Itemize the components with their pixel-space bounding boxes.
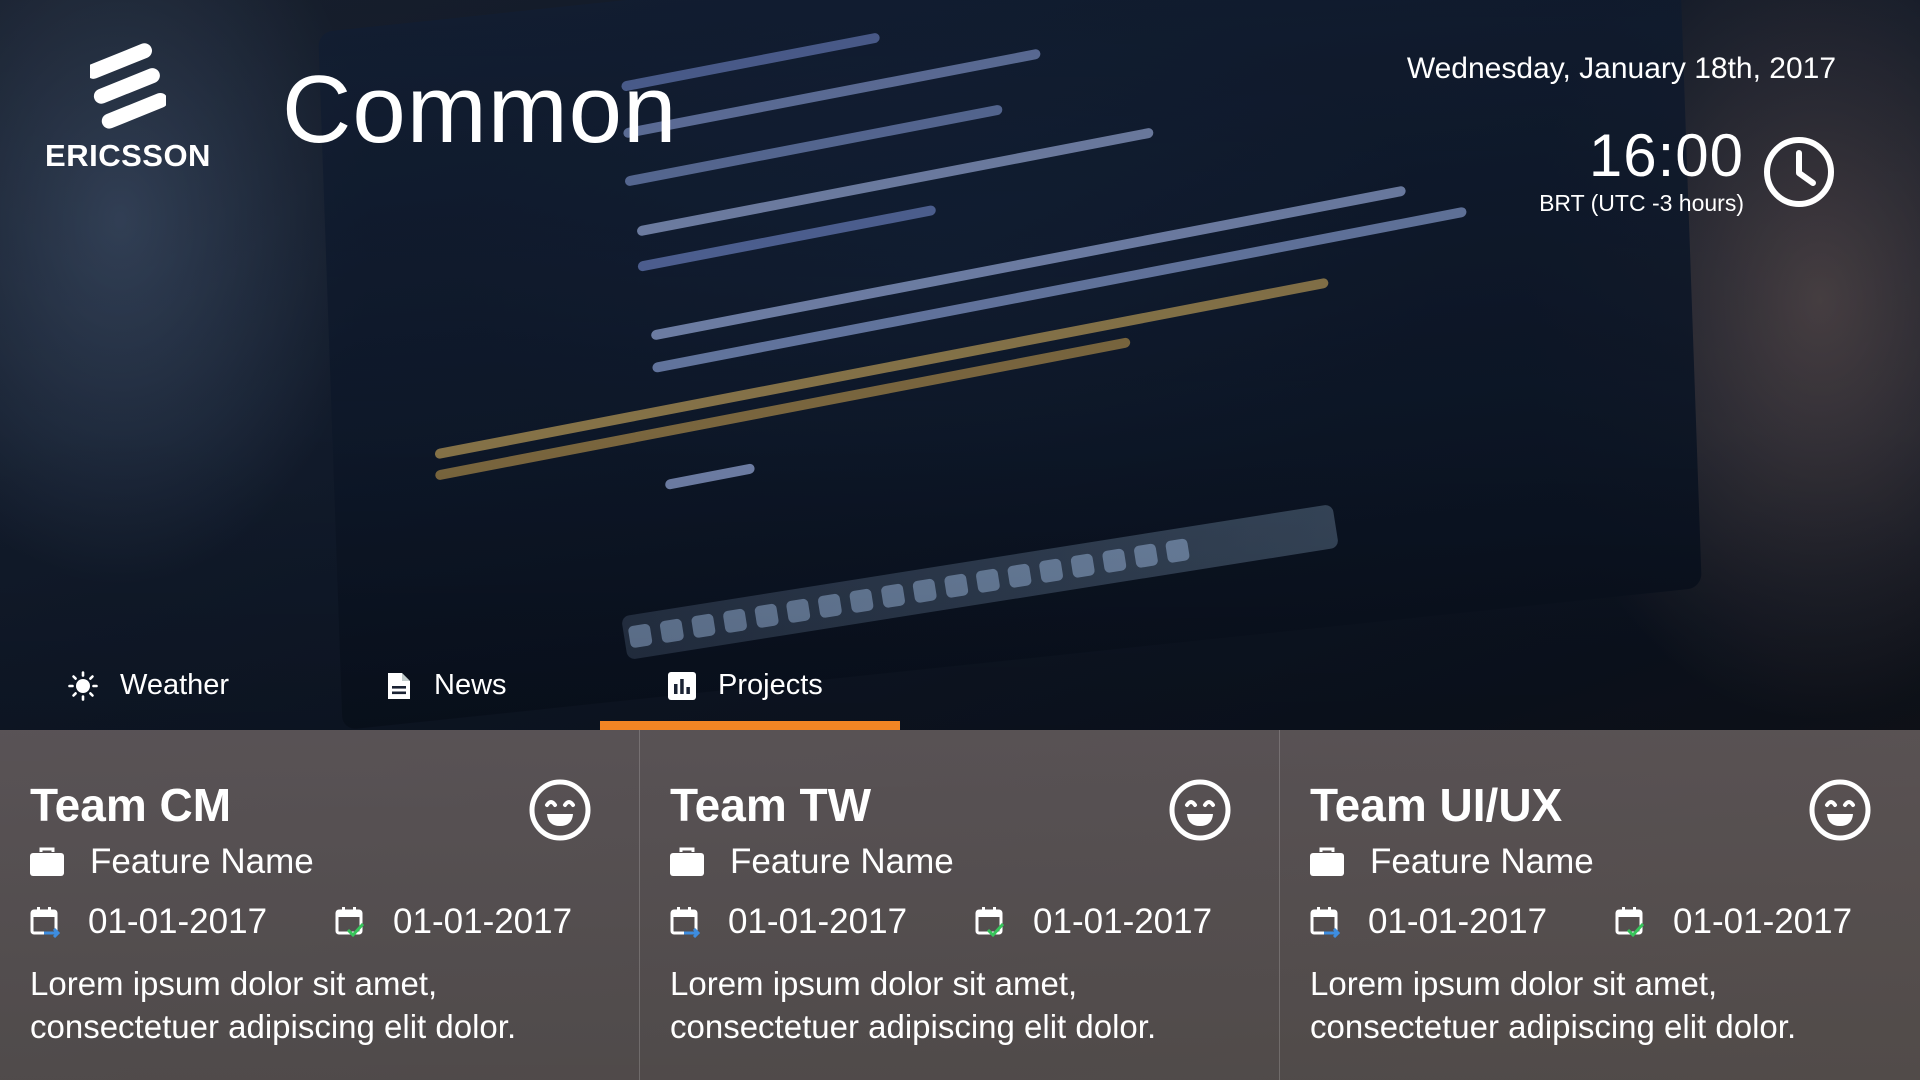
start-date: 01-01-2017 <box>88 902 268 941</box>
ericsson-logo-icon <box>90 43 166 129</box>
end-date: 01-01-2017 <box>1673 902 1853 941</box>
project-description: Lorem ipsum dolor sit amet, consectetuer… <box>670 965 1157 1045</box>
end-date: 01-01-2017 <box>393 902 573 941</box>
smiley-icon <box>1809 779 1871 841</box>
current-time: 16:00 <box>1588 122 1744 189</box>
start-date: 01-01-2017 <box>728 902 908 941</box>
team-name: Team UI/UX <box>1310 779 1563 831</box>
calendar-check-icon <box>335 907 365 938</box>
document-icon <box>388 672 410 699</box>
tab-news-label: News <box>434 669 507 701</box>
calendar-check-icon <box>1615 907 1645 938</box>
project-card[interactable]: Team CM Feature Name 01-01-2017 01-01-20… <box>0 730 640 1080</box>
sun-icon <box>68 670 98 701</box>
project-card[interactable]: Team UI/UX Feature Name 01-01-2017 01-01… <box>1280 730 1920 1080</box>
current-date: Wednesday, January 18th, 2017 <box>1406 52 1836 85</box>
end-date: 01-01-2017 <box>1033 902 1213 941</box>
page-title: Common <box>282 56 678 163</box>
dates-row: 01-01-2017 01-01-2017 <box>670 902 1212 942</box>
calendar-start-icon <box>30 907 60 938</box>
calendar-start-icon <box>670 907 700 938</box>
calendar-start-icon <box>1310 907 1340 938</box>
end-date-item: 01-01-2017 <box>335 902 572 942</box>
smiley-icon <box>529 779 591 841</box>
start-date-item: 01-01-2017 <box>670 902 907 942</box>
smiley-icon <box>1169 779 1231 841</box>
project-description: Lorem ipsum dolor sit amet, consectetuer… <box>1310 965 1797 1045</box>
calendar-check-icon <box>975 907 1005 938</box>
tab-news[interactable]: News <box>386 645 507 726</box>
clock-widget: 16:00 BRT (UTC -3 hours) <box>1539 126 1836 217</box>
feature-name: Feature Name <box>730 842 954 881</box>
dates-row: 01-01-2017 01-01-2017 <box>30 902 572 942</box>
team-name: Team CM <box>30 779 232 831</box>
clock-icon <box>1764 136 1834 207</box>
tab-projects[interactable]: Projects <box>668 645 823 726</box>
project-card[interactable]: Team TW Feature Name 01-01-2017 01-01-20… <box>640 730 1280 1080</box>
briefcase-icon <box>30 847 64 876</box>
logo-text: ERICSSON <box>45 138 211 173</box>
end-date-item: 01-01-2017 <box>975 902 1212 942</box>
start-date-item: 01-01-2017 <box>1310 902 1547 942</box>
start-date: 01-01-2017 <box>1368 902 1548 941</box>
project-cards: Team CM Feature Name 01-01-2017 01-01-20… <box>0 730 1920 1080</box>
feature-row: Feature Name <box>30 842 314 882</box>
feature-row: Feature Name <box>1310 842 1594 882</box>
ericsson-logo: ERICSSON <box>40 38 216 174</box>
bar-chart-icon <box>668 671 696 700</box>
active-tab-indicator <box>600 721 900 730</box>
timezone-label: BRT (UTC -3 hours) <box>1539 190 1744 216</box>
start-date-item: 01-01-2017 <box>30 902 267 942</box>
briefcase-icon <box>670 847 704 876</box>
tab-bar: Weather News Projects <box>0 645 1920 730</box>
tab-projects-label: Projects <box>718 669 823 701</box>
tab-weather-label: Weather <box>120 669 230 701</box>
team-name: Team TW <box>670 779 872 831</box>
tab-weather[interactable]: Weather <box>68 645 229 726</box>
feature-name: Feature Name <box>90 842 314 881</box>
feature-name: Feature Name <box>1370 842 1594 881</box>
project-description: Lorem ipsum dolor sit amet, consectetuer… <box>30 965 517 1045</box>
briefcase-icon <box>1310 847 1344 876</box>
feature-row: Feature Name <box>670 842 954 882</box>
end-date-item: 01-01-2017 <box>1615 902 1852 942</box>
dates-row: 01-01-2017 01-01-2017 <box>1310 902 1852 942</box>
